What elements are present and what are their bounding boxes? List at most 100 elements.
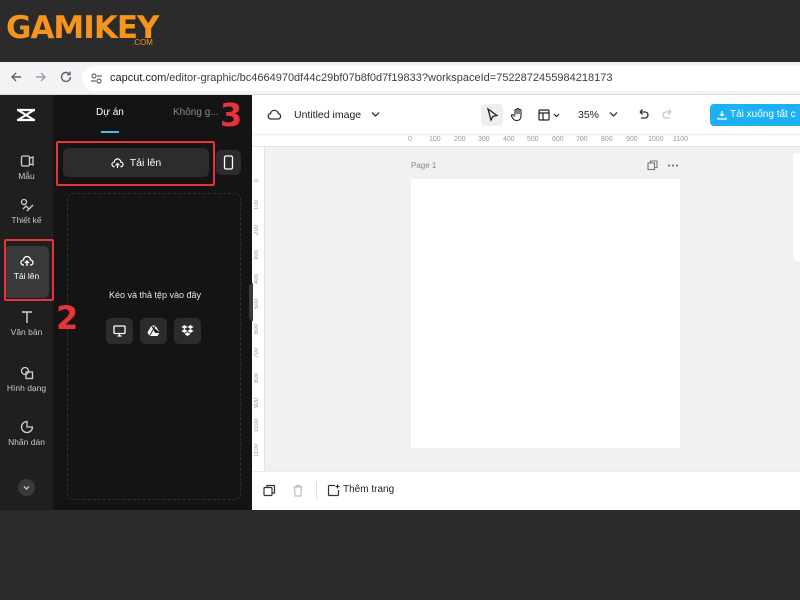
google-drive-icon (147, 325, 160, 337)
computer-icon (113, 325, 126, 337)
duplicate-page-icon[interactable] (647, 160, 658, 171)
layout-icon (538, 109, 560, 121)
site-settings-icon[interactable] (90, 72, 103, 85)
reload-icon[interactable] (58, 70, 74, 86)
right-floating-panel (793, 153, 800, 261)
ruler-tick: 1100 (254, 444, 260, 457)
download-icon (717, 111, 727, 120)
ruler-horizontal: 0 100 200 300 400 500 600 700 800 900 10… (253, 135, 800, 147)
logo-domain-suffix: .COM (132, 38, 153, 47)
bottom-bar: Thêm trang (253, 471, 800, 510)
editor-toolbar: Untitled image 35% Tải xuống tất c (253, 95, 800, 135)
ruler-tick: 900 (626, 136, 638, 143)
ruler-tick: 200 (254, 225, 260, 236)
hand-tool-button[interactable] (507, 104, 529, 126)
ruler-tick: 500 (527, 136, 539, 143)
design-page[interactable] (411, 179, 680, 448)
ruler-tick: 100 (429, 136, 441, 143)
address-bar[interactable]: capcut.com/editor-graphic/bc4664970df44c… (82, 66, 800, 91)
hand-icon (510, 107, 522, 122)
add-page-icon[interactable] (327, 484, 340, 497)
tab-project[interactable]: Dự án (96, 107, 124, 118)
cursor-icon (486, 107, 499, 122)
rail-item-design[interactable]: Thiết kế (4, 198, 49, 226)
zoom-level[interactable]: 35% (578, 109, 599, 121)
redo-icon[interactable] (661, 108, 675, 122)
upload-from-dropbox-button[interactable] (174, 318, 201, 344)
layout-menu-button[interactable] (536, 104, 566, 126)
ruler-tick: 500 (254, 299, 260, 310)
annotation-number-3: 3 (220, 96, 243, 134)
ruler-tick: 300 (478, 136, 490, 143)
ruler-tick: 700 (254, 348, 260, 359)
ruler-tick: 700 (576, 136, 588, 143)
rail-label-text: Văn bản (10, 327, 43, 337)
trash-icon[interactable] (292, 484, 304, 497)
phone-icon (223, 155, 234, 170)
rail-item-text[interactable]: Văn bản (4, 310, 49, 338)
left-rail: Mẫu Thiết kế Tải lên Văn bản Hình dạng N… (0, 95, 53, 510)
annotation-box-upload-rail (4, 239, 54, 301)
document-title[interactable]: Untitled image (294, 109, 361, 121)
shapes-icon (20, 366, 33, 380)
copy-page-icon[interactable] (263, 484, 276, 497)
ruler-tick: 900 (254, 398, 260, 409)
ruler-tick: 1000 (254, 419, 260, 433)
rail-item-shapes[interactable]: Hình dạng (4, 366, 49, 394)
ruler-tick: 600 (552, 136, 564, 143)
browser-toolbar: capcut.com/editor-graphic/bc4664970df44c… (0, 62, 800, 95)
upload-from-computer-button[interactable] (106, 318, 133, 344)
annotation-box-upload-button (56, 141, 215, 186)
rail-item-stickers[interactable]: Nhãn dán (4, 420, 49, 448)
page-label: Page 1 (411, 161, 437, 170)
phone-upload-button[interactable] (216, 150, 241, 175)
download-all-button[interactable]: Tải xuống tất c (710, 104, 800, 126)
dropbox-icon (181, 325, 194, 336)
brand-header: GAMIKEY .COM (0, 0, 800, 62)
upload-from-google-drive-button[interactable] (140, 318, 167, 344)
ruler-tick: 300 (254, 250, 260, 261)
add-page-button[interactable]: Thêm trang (343, 484, 394, 495)
tab-space[interactable]: Không g... (173, 107, 219, 118)
rail-item-templates[interactable]: Mẫu (4, 154, 49, 182)
ruler-tick: 400 (503, 136, 515, 143)
divider (316, 482, 317, 499)
ruler-tick: 0 (254, 179, 260, 183)
back-arrow-icon[interactable] (8, 70, 24, 86)
ruler-tick: 100 (254, 200, 260, 211)
more-options-icon[interactable] (667, 160, 679, 171)
undo-icon[interactable] (636, 108, 650, 122)
rail-label-stickers: Nhãn dán (8, 437, 45, 447)
capcut-logo-icon[interactable] (16, 107, 36, 128)
annotation-number-2: 2 (56, 299, 79, 337)
sticker-icon (20, 420, 33, 434)
rail-label-shapes: Hình dạng (6, 383, 47, 393)
chevron-down-icon[interactable] (609, 111, 618, 118)
url-text: capcut.com/editor-graphic/bc4664970df44c… (110, 72, 612, 84)
cloud-save-icon[interactable] (267, 108, 282, 122)
ruler-tick: 400 (254, 274, 260, 285)
text-icon (21, 311, 32, 323)
ruler-tick: 200 (454, 136, 466, 143)
rail-label-design: Thiết kế (11, 215, 42, 225)
tab-active-indicator (101, 131, 119, 133)
canvas-area[interactable]: 0 100 200 300 400 500 600 700 800 900 10… (253, 135, 800, 471)
template-icon (20, 155, 34, 167)
rail-more-button[interactable] (18, 479, 35, 496)
design-icon (20, 198, 33, 212)
ruler-tick: 1100 (673, 136, 689, 143)
drop-zone-text: Kéo và thả tệp vào đây (108, 290, 202, 300)
ruler-tick: 0 (408, 136, 412, 143)
forward-arrow-icon[interactable] (33, 70, 49, 86)
rail-label-templates: Mẫu (18, 171, 35, 181)
ruler-vertical: 0 100 200 300 400 500 600 700 800 900 10… (253, 147, 265, 471)
download-all-label: Tải xuống tất c (730, 109, 796, 120)
url-path: /editor-graphic/bc4664970df44c29bf07b8f0… (166, 72, 613, 84)
drop-zone[interactable]: Kéo và thả tệp vào đây (67, 193, 241, 500)
chevron-down-icon[interactable] (371, 111, 380, 118)
chevron-down-icon (23, 486, 30, 490)
ruler-tick: 800 (601, 136, 613, 143)
url-host: capcut.com (110, 72, 167, 84)
select-tool-button[interactable] (481, 104, 503, 126)
ruler-tick: 1000 (648, 136, 664, 143)
